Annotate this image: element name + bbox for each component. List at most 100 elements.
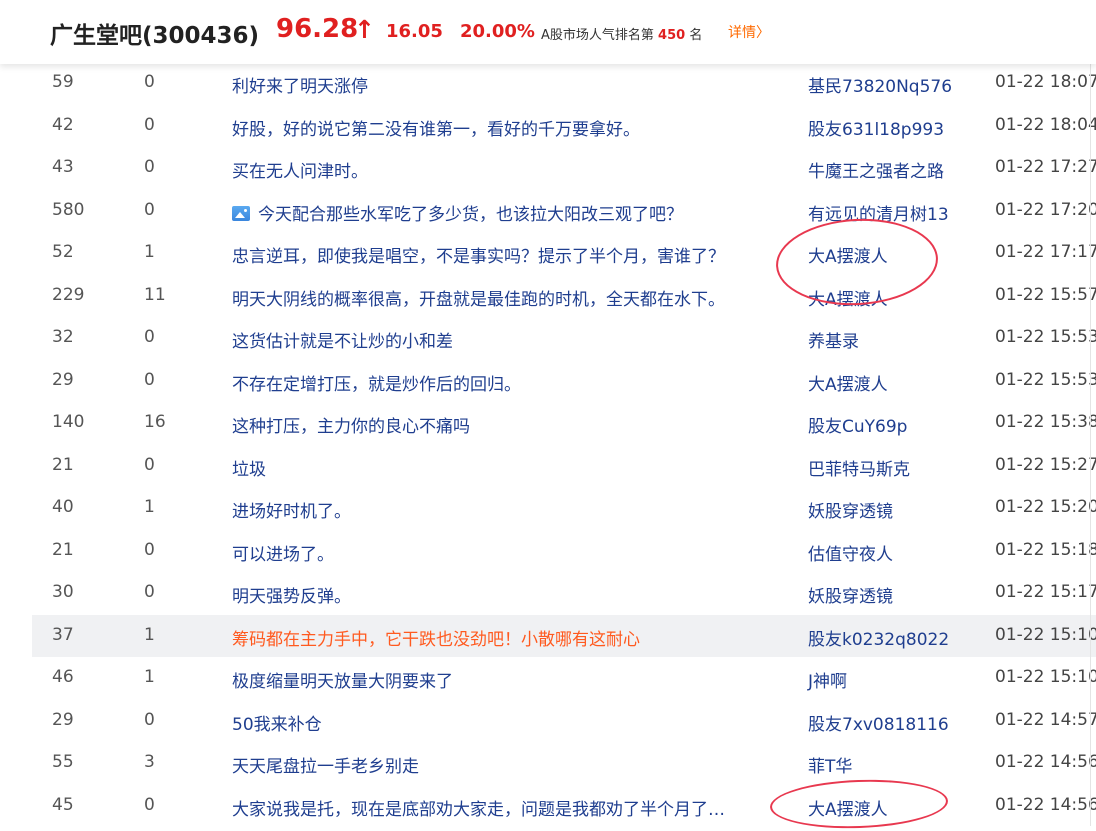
post-title-link[interactable]: 进场好时机了。 <box>232 497 802 522</box>
post-author-link[interactable]: 股友631l18p993 <box>808 115 978 140</box>
post-title-link[interactable]: 这种打压，主力你的良心不痛吗 <box>232 412 802 437</box>
post-author-link[interactable]: 股友CuY69p <box>808 412 978 437</box>
post-author-link[interactable]: 妖股穿透镜 <box>808 582 978 607</box>
post-author-link[interactable]: 巴菲特马斯克 <box>808 455 978 480</box>
reply-count: 1 <box>144 242 155 262</box>
read-count: 29 <box>52 709 74 730</box>
post-title-link[interactable]: 明天大阴线的概率很高，开盘就是最佳跑的时机，全天都在水下。 <box>232 285 802 310</box>
post-author-link[interactable]: 股友7xv0818116 <box>808 710 978 735</box>
rank-prefix: A股市场人气排名第 <box>541 28 654 43</box>
post-title-link[interactable]: 好股，好的说它第二没有谁第一，看好的千万要拿好。 <box>232 115 802 140</box>
reply-count: 0 <box>144 369 155 390</box>
post-title-link[interactable]: 今天配合那些水军吃了多少货，也该拉大阳改三观了吧？ <box>232 200 802 225</box>
table-row: 55 3 天天尾盘拉一手老乡别走 菲T华 01-22 14:56 <box>32 742 1096 784</box>
reply-count: 1 <box>144 624 155 645</box>
post-author-link[interactable]: 牛魔王之强者之路 <box>808 157 978 182</box>
reply-count: 16 <box>144 412 166 432</box>
post-time: 01-22 15:20 <box>995 497 1096 517</box>
post-title-link[interactable]: 不存在定增打压，就是炒作后的回归。 <box>232 370 802 395</box>
post-title-link[interactable]: 买在无人问津时。 <box>232 157 802 182</box>
reply-count: 0 <box>144 72 155 92</box>
read-count: 29 <box>52 369 74 390</box>
picture-icon <box>232 205 250 221</box>
post-time: 01-22 18:04 <box>995 114 1096 135</box>
table-row: 59 0 利好来了明天涨停 基民73820Nq576 01-22 18:07 <box>32 62 1096 104</box>
reply-count: 3 <box>144 752 155 772</box>
reply-count: 0 <box>144 114 155 135</box>
post-time: 01-22 15:10 <box>995 624 1096 645</box>
post-author-link[interactable]: J神啊 <box>808 667 978 692</box>
table-row: 43 0 买在无人问津时。 牛魔王之强者之路 01-22 17:27 <box>32 147 1096 189</box>
reply-count: 0 <box>144 327 155 347</box>
read-count: 40 <box>52 497 74 517</box>
post-time: 01-22 15:53 <box>995 369 1096 390</box>
post-title-link[interactable]: 大家说我是托，现在是底部劝大家走，问题是我都劝了半个月了… <box>232 795 802 820</box>
post-title-link[interactable]: 忠言逆耳，即使我是唱空，不是事实吗？提示了半个月，害谁了？ <box>232 242 802 267</box>
post-title-link[interactable]: 垃圾 <box>232 455 802 480</box>
post-time: 01-22 14:57 <box>995 709 1096 730</box>
table-row: 21 0 可以进场了。 估值守夜人 01-22 15:18 <box>32 530 1096 572</box>
read-count: 32 <box>52 327 74 347</box>
price-change-percent: 20.00% <box>460 21 535 42</box>
table-row: 29 0 50我来补仓 股友7xv0818116 01-22 14:57 <box>32 700 1096 742</box>
post-time: 01-22 15:10 <box>995 667 1096 687</box>
post-title-link[interactable]: 50我来补仓 <box>232 710 802 735</box>
post-author-link[interactable]: 估值守夜人 <box>808 540 978 565</box>
reply-count: 0 <box>144 582 155 602</box>
reply-count: 11 <box>144 284 166 305</box>
scrollbar-track[interactable] <box>1090 64 1091 826</box>
rank-suffix: 名 <box>689 28 703 43</box>
post-time: 01-22 15:57 <box>995 284 1096 305</box>
post-author-link[interactable]: 菲T华 <box>808 752 978 777</box>
post-author-link[interactable]: 股友k0232q8022 <box>808 625 978 650</box>
read-count: 55 <box>52 752 74 772</box>
read-count: 42 <box>52 114 74 135</box>
table-row: 46 1 极度缩量明天放量大阴要来了 J神啊 01-22 15:10 <box>32 657 1096 699</box>
read-count: 37 <box>52 624 74 645</box>
table-row: 29 0 不存在定增打压，就是炒作后的回归。 大A摆渡人 01-22 15:53 <box>32 360 1096 402</box>
post-time: 01-22 15:38 <box>995 412 1096 432</box>
read-count: 59 <box>52 72 74 92</box>
rank-number: 450 <box>658 28 686 43</box>
table-row: 140 16 这种打压，主力你的良心不痛吗 股友CuY69p 01-22 15:… <box>32 402 1096 444</box>
post-title-link[interactable]: 可以进场了。 <box>232 540 802 565</box>
read-count: 45 <box>52 794 74 815</box>
reply-count: 1 <box>144 497 155 517</box>
reply-count: 0 <box>144 157 155 177</box>
read-count: 580 <box>52 199 85 220</box>
read-count: 52 <box>52 242 74 262</box>
post-time: 01-22 14:56 <box>995 752 1096 772</box>
post-title-link[interactable]: 利好来了明天涨停 <box>232 72 802 97</box>
up-arrow-icon: ↑ <box>354 15 375 44</box>
table-row: 229 11 明天大阴线的概率很高，开盘就是最佳跑的时机，全天都在水下。 大A摆… <box>32 275 1096 317</box>
details-link[interactable]: 详情〉 <box>728 22 770 42</box>
post-time: 01-22 18:07 <box>995 72 1096 92</box>
post-title-link[interactable]: 这货估计就是不让炒的小和差 <box>232 327 802 352</box>
read-count: 21 <box>52 539 74 560</box>
forum-title[interactable]: 广生堂吧(300436) <box>50 16 259 50</box>
post-author-link[interactable]: 大A摆渡人 <box>808 370 978 395</box>
post-title-link[interactable]: 明天强势反弹。 <box>232 582 802 607</box>
post-title-link[interactable]: 极度缩量明天放量大阴要来了 <box>232 667 802 692</box>
read-count: 46 <box>52 667 74 687</box>
table-row: 40 1 进场好时机了。 妖股穿透镜 01-22 15:20 <box>32 487 1096 529</box>
post-time: 01-22 15:53 <box>995 327 1096 347</box>
table-row: 21 0 垃圾 巴菲特马斯克 01-22 15:27 <box>32 445 1096 487</box>
post-title-link[interactable]: 筹码都在主力手中，它干跌也没劲吧！小散哪有这耐心 <box>232 625 802 650</box>
post-author-link[interactable]: 基民73820Nq576 <box>808 72 978 97</box>
read-count: 30 <box>52 582 74 602</box>
post-author-link[interactable]: 养基录 <box>808 327 978 352</box>
post-time: 01-22 14:56 <box>995 794 1096 815</box>
read-count: 140 <box>52 412 85 432</box>
popularity-rank: A股市场人气排名第 450 名 <box>541 24 702 43</box>
post-title-link[interactable]: 天天尾盘拉一手老乡别走 <box>232 752 802 777</box>
post-author-link[interactable]: 妖股穿透镜 <box>808 497 978 522</box>
table-row: 30 0 明天强势反弹。 妖股穿透镜 01-22 15:17 <box>32 572 1096 614</box>
post-time: 01-22 15:17 <box>995 582 1096 602</box>
post-time: 01-22 17:27 <box>995 157 1096 177</box>
post-time: 01-22 17:17 <box>995 242 1096 262</box>
reply-count: 0 <box>144 454 155 475</box>
reply-count: 0 <box>144 539 155 560</box>
stock-header: 广生堂吧(300436) 96.28 ↑ 16.05 20.00% A股市场人气… <box>0 0 1096 64</box>
reply-count: 0 <box>144 794 155 815</box>
